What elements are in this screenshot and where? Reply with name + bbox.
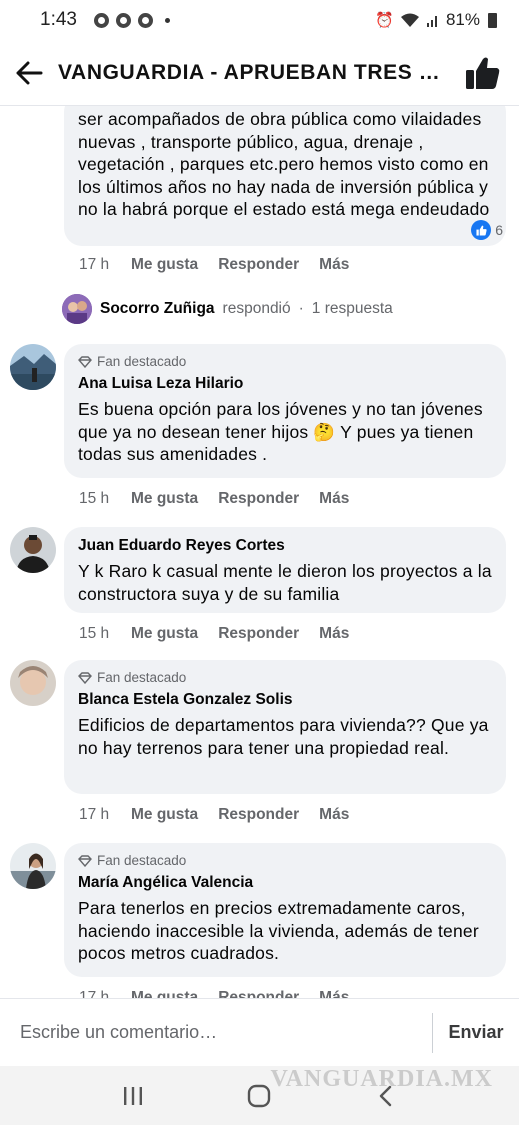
reply-count: 1 respuesta [311, 300, 393, 317]
comment-author[interactable]: Ana Luisa Leza Hilario [78, 375, 492, 393]
avatar[interactable] [10, 843, 56, 889]
reply-separator: · [298, 300, 304, 317]
signal-icon [426, 16, 437, 27]
watermark: VANGUARDIA.MX [270, 1066, 493, 1092]
comment-actions: 15 h Me gusta Responder Más [79, 625, 349, 643]
fan-badge: Fan destacado [78, 853, 492, 868]
status-indicators: ⏰ 81% [375, 10, 497, 30]
comment-bubble[interactable]: Juan Eduardo Reyes Cortes Y k Raro k cas… [64, 527, 506, 613]
comment-bubble[interactable]: Fan destacado Ana Luisa Leza Hilario Es … [64, 344, 506, 478]
like-link[interactable]: Me gusta [131, 256, 198, 274]
more-link[interactable]: Más [319, 989, 349, 998]
thumbs-up-icon [466, 57, 500, 89]
comment-text: Es buena opción para los jóvenes y no ta… [78, 399, 483, 464]
recent-apps-icon [124, 1086, 143, 1105]
battery-icon [488, 12, 497, 28]
comment-actions: 17 h Me gusta Responder Más [79, 989, 349, 998]
home-icon [248, 1084, 271, 1107]
comment-composer: Enviar [0, 998, 519, 1067]
reply-link[interactable]: Responder [218, 490, 299, 508]
like-page-button[interactable] [463, 53, 503, 93]
avatar[interactable] [10, 344, 56, 390]
comment-actions: 17 h Me gusta Responder Más [79, 806, 349, 824]
comment-bubble[interactable]: ser acompañados de obra pública como vil… [64, 106, 506, 246]
comment-author[interactable]: Blanca Estela Gonzalez Solis [78, 691, 492, 709]
badge-label: Fan destacado [97, 354, 187, 369]
comment-input[interactable] [0, 998, 432, 1067]
reply-link[interactable]: Responder [218, 256, 299, 274]
battery-percent: 81% [445, 10, 480, 29]
comment-text: Edificios de departamentos para vivienda… [78, 715, 489, 758]
like-reaction-icon [471, 220, 492, 240]
comment-time: 15 h [79, 625, 110, 642]
fan-badge: Fan destacado [78, 354, 492, 369]
diamond-icon [78, 671, 92, 684]
comment-time: 17 h [79, 256, 110, 273]
recent-apps-button[interactable] [103, 1071, 163, 1121]
chrome-icon [137, 12, 153, 28]
back-button[interactable] [0, 40, 58, 106]
arrow-left-icon [16, 61, 43, 84]
avatar [62, 294, 92, 324]
comment-text: ser acompañados de obra pública como vil… [78, 109, 490, 219]
comment-author[interactable]: María Angélica Valencia [78, 874, 492, 892]
avatar[interactable] [10, 527, 56, 573]
reaction-number: 6 [495, 222, 503, 238]
alarm-icon: ⏰ [375, 12, 394, 29]
comment-author[interactable]: Juan Eduardo Reyes Cortes [78, 537, 492, 555]
comment-time: 17 h [79, 806, 110, 823]
more-link[interactable]: Más [319, 806, 349, 824]
reply-link[interactable]: Responder [218, 989, 299, 998]
like-link[interactable]: Me gusta [131, 989, 198, 998]
badge-label: Fan destacado [97, 853, 187, 868]
comment-actions: 15 h Me gusta Responder Más [79, 490, 349, 508]
like-link[interactable]: Me gusta [131, 625, 198, 643]
comment-text: Para tenerlos en precios extremadamente … [78, 898, 479, 963]
chrome-icon [93, 12, 109, 28]
comment-text: Y k Raro k casual mente le dieron los pr… [78, 561, 492, 604]
reply-link[interactable]: Responder [218, 625, 299, 643]
more-link[interactable]: Más [319, 490, 349, 508]
fan-badge: Fan destacado [78, 670, 492, 685]
chrome-icon [115, 12, 131, 28]
reply-author: Socorro Zuñiga [100, 300, 215, 317]
send-button[interactable]: Enviar [433, 999, 519, 1067]
more-link[interactable]: Más [319, 625, 349, 643]
comment-time: 15 h [79, 490, 110, 507]
comment-bubble[interactable]: Fan destacado Blanca Estela Gonzalez Sol… [64, 660, 506, 794]
diamond-icon [78, 854, 92, 867]
comment-time: 17 h [79, 989, 110, 998]
comment-bubble[interactable]: Fan destacado María Angélica Valencia Pa… [64, 843, 506, 977]
wifi-icon [400, 13, 419, 27]
more-notifications-icon [164, 17, 170, 23]
like-link[interactable]: Me gusta [131, 490, 198, 508]
avatar[interactable] [10, 660, 56, 706]
page-title: VANGUARDIA - APRUEBAN TRES DE... [58, 60, 448, 84]
reply-verb: respondió [222, 300, 291, 317]
status-time: 1:43 [40, 9, 77, 30]
top-app-bar: VANGUARDIA - APRUEBAN TRES DE... [0, 40, 519, 106]
reaction-count[interactable]: 6 [471, 220, 503, 240]
replies-summary[interactable]: Socorro Zuñiga respondió · 1 respuesta [62, 294, 393, 324]
badge-label: Fan destacado [97, 670, 187, 685]
diamond-icon [78, 355, 92, 368]
like-link[interactable]: Me gusta [131, 806, 198, 824]
status-bar: 1:43 ⏰ 81% [0, 0, 519, 40]
comment-actions: 17 h Me gusta Responder Más [79, 256, 349, 274]
more-link[interactable]: Más [319, 256, 349, 274]
reply-link[interactable]: Responder [218, 806, 299, 824]
comments-list: ser acompañados de obra pública como vil… [0, 106, 519, 998]
